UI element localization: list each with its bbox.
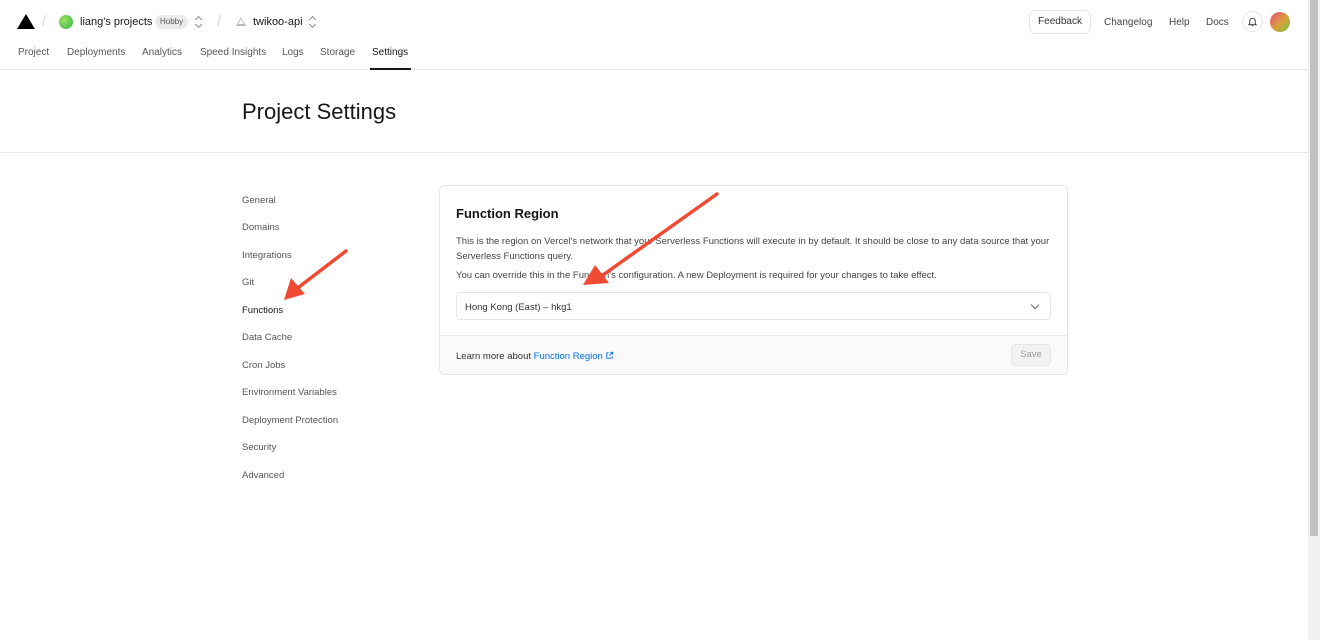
function-region-docs-link[interactable]: Function Region	[534, 351, 614, 362]
bell-icon	[1247, 17, 1258, 27]
team-name[interactable]: liang's projects	[80, 16, 152, 28]
sidebar-item-functions[interactable]: Functions	[242, 305, 283, 316]
function-region-link-label[interactable]: Function Region	[534, 351, 603, 362]
tab-logs[interactable]: Logs	[282, 47, 304, 58]
card-override-note: You can override this in the Function's …	[456, 270, 937, 281]
footer-text: Learn more about	[456, 351, 534, 362]
card-description: This is the region on Vercel's network t…	[456, 236, 1050, 262]
project-name[interactable]: twikoo-api	[253, 16, 303, 28]
vercel-logo-icon[interactable]	[17, 14, 35, 29]
tab-deployments[interactable]: Deployments	[67, 47, 125, 58]
feedback-button[interactable]: Feedback	[1029, 10, 1091, 34]
function-region-card: Function Region This is the region on Ve…	[439, 185, 1068, 375]
page-title: Project Settings	[242, 99, 397, 124]
annotation-arrow-functions	[284, 249, 348, 300]
tab-speed-insights[interactable]: Speed Insights	[200, 47, 266, 58]
project-switcher-chevron-updown-icon[interactable]	[309, 15, 317, 29]
top-header: / liang's projects Hobby / twikoo-api Fe…	[0, 0, 1308, 44]
tab-analytics[interactable]: Analytics	[142, 47, 182, 58]
sidebar-item-cron-jobs[interactable]: Cron Jobs	[242, 360, 285, 371]
page-scrollbar[interactable]	[1308, 0, 1320, 640]
team-switcher-chevron-updown-icon[interactable]	[195, 15, 203, 29]
user-avatar[interactable]	[1270, 12, 1290, 32]
help-link[interactable]: Help	[1169, 17, 1190, 28]
sidebar-item-deployment-protection[interactable]: Deployment Protection	[242, 415, 338, 426]
sidebar-item-data-cache[interactable]: Data Cache	[242, 332, 292, 343]
save-button[interactable]: Save	[1011, 344, 1051, 366]
breadcrumb-separator: /	[42, 13, 47, 30]
card-title: Function Region	[456, 206, 559, 221]
tab-settings[interactable]: Settings	[372, 47, 408, 58]
sidebar-item-advanced[interactable]: Advanced	[242, 470, 284, 481]
notifications-bell-icon[interactable]	[1242, 11, 1263, 32]
card-footer: Learn more about Function Region Save	[440, 335, 1067, 374]
breadcrumb-separator: /	[217, 13, 222, 30]
external-link-icon	[606, 351, 613, 359]
sidebar-item-security[interactable]: Security	[242, 442, 276, 453]
tab-project[interactable]: Project	[18, 47, 49, 58]
project-tabs: Project Deployments Analytics Speed Insi…	[0, 44, 1308, 70]
sidebar-item-integrations[interactable]: Integrations	[242, 250, 292, 261]
function-region-select[interactable]: Hong Kong (East) – hkg1	[456, 292, 1051, 320]
page-header: Project Settings	[0, 70, 1308, 153]
docs-link[interactable]: Docs	[1206, 17, 1229, 28]
sidebar-item-general[interactable]: General	[242, 195, 276, 206]
plan-badge: Hobby	[155, 15, 189, 29]
scrollbar-thumb[interactable]	[1310, 0, 1318, 536]
sidebar-item-environment-variables[interactable]: Environment Variables	[242, 387, 337, 398]
sidebar-item-git[interactable]: Git	[242, 277, 254, 288]
footer-learn-more: Learn more about Function Region	[456, 351, 614, 362]
sidebar-item-domains[interactable]: Domains	[242, 222, 280, 233]
function-region-select-value: Hong Kong (East) – hkg1	[465, 302, 572, 313]
tab-storage[interactable]: Storage	[320, 47, 355, 58]
team-avatar[interactable]	[59, 15, 73, 29]
changelog-link[interactable]: Changelog	[1104, 17, 1152, 28]
chevron-down-icon	[1030, 300, 1040, 310]
project-triangle-icon	[236, 17, 246, 26]
